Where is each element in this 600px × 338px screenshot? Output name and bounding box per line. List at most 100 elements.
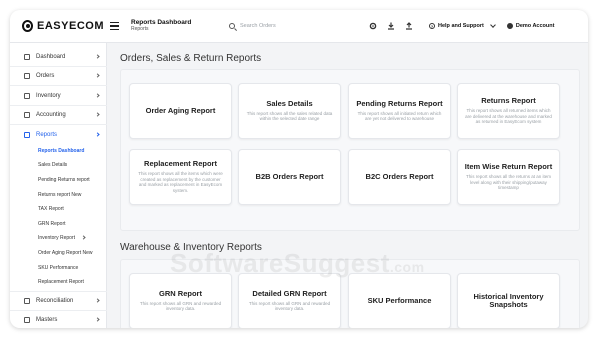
breadcrumb-item-reports[interactable]: Reports [131,27,221,32]
app-window: EASYECOM Reports Dashboard Reports ? Hel… [10,10,588,328]
main-content: Orders, Sales & Return Reports Order Agi… [108,43,588,328]
help-label: Help and Support [438,23,484,29]
sidebar-item-masters[interactable]: Masters [10,312,107,328]
sidebar-subitem-grn-report[interactable]: GRN Report [38,221,66,227]
report-card-historical-inventory[interactable]: Historical Inventory Snapshots [457,273,560,328]
search-icon [229,23,235,29]
report-card-order-aging[interactable]: Order Aging Report [129,83,232,139]
sidebar-item-label: Masters [36,317,58,323]
card-title: Order Aging Report [145,106,216,116]
sidebar-subitem-sales-details[interactable]: Sales Details [38,162,67,168]
sidebar-item-label: Accounting [36,112,66,118]
chevron-right-icon [95,93,100,98]
watermark-text: SoftwareSuggest [170,248,390,278]
sidebar-item-label: Reports [36,132,58,138]
search-input[interactable] [240,23,330,29]
help-and-support-button[interactable]: ? Help and Support [429,22,496,29]
masters-icon [24,317,30,323]
sidebar-subitem-inventory-report[interactable]: Inventory Report [38,235,86,241]
report-card-b2c-orders[interactable]: B2C Orders Report [348,149,451,205]
report-panel-orders: Order Aging Report Sales Details This re… [120,69,580,231]
card-title: B2C Orders Report [365,172,434,182]
logo[interactable]: EASYECOM [22,20,104,32]
report-card-b2b-orders[interactable]: B2B Orders Report [238,149,341,205]
chevron-down-icon [490,22,496,28]
top-bar: EASYECOM Reports Dashboard Reports ? Hel… [10,10,588,43]
reconciliation-icon [24,298,30,304]
sidebar-item-orders[interactable]: Orders [10,68,107,84]
toolbar-icons [369,22,413,30]
report-card-pending-returns[interactable]: Pending Returns Report This report shows… [348,83,451,139]
sidebar-subitem-returns-new[interactable]: Returns report New [38,192,81,198]
account-label: Demo Account [515,23,555,29]
chevron-right-icon [95,298,100,303]
card-title: GRN Report [159,288,202,298]
sidebar-subitem-replacement-report[interactable]: Replacement Report [38,279,84,285]
dashboard-icon [24,54,30,60]
card-description: This report shows all initiated return w… [357,110,442,122]
orders-icon [24,73,30,79]
chevron-right-icon [95,132,100,137]
card-title: Detailed GRN Report [252,288,327,298]
chevron-right-icon [81,235,86,240]
card-description: This report shows all the items which we… [138,170,223,194]
sidebar-item-label: Reconciliation [36,298,74,304]
card-description: This report shows all the returns at an … [465,173,552,191]
gear-icon[interactable] [369,22,377,30]
brand-name: EASYECOM [37,20,104,32]
card-title: Replacement Report [144,158,217,168]
report-card-sales-details[interactable]: Sales Details This report shows all the … [238,83,341,139]
divider [10,66,107,67]
card-title: SKU Performance [367,296,432,306]
report-card-sku-performance[interactable]: SKU Performance [348,273,451,328]
menu-icon[interactable] [110,21,119,31]
sidebar-item-label: Dashboard [36,54,66,60]
sidebar-item-dashboard[interactable]: Dashboard [10,49,107,65]
report-card-detailed-grn[interactable]: Detailed GRN Report This report shows al… [238,273,341,328]
card-description: This report shows all the sales related … [246,110,333,122]
sidebar-item-accounting[interactable]: Accounting [10,107,107,123]
sidebar-subitem-sku-performance[interactable]: SKU Performance [38,265,78,271]
divider [10,105,107,106]
help-icon: ? [429,23,435,29]
card-title: Historical Inventory Snapshots [473,292,544,309]
sidebar-item-reconciliation[interactable]: Reconciliation [10,293,107,309]
divider [10,291,107,292]
reports-icon [24,132,30,138]
report-card-replacement[interactable]: Replacement Report This report shows all… [129,149,232,205]
account-button[interactable]: Demo Account [506,23,555,29]
card-title: Pending Returns Report [356,98,443,108]
sidebar-item-reports[interactable]: Reports [10,127,107,143]
watermark: SoftwareSuggest.com [170,248,425,279]
card-title: Sales Details [266,98,313,108]
report-card-grn[interactable]: GRN Report This report shows all GRN and… [129,273,232,328]
chevron-right-icon [95,54,100,59]
upload-icon[interactable] [405,22,413,30]
search-box [229,23,347,29]
sidebar-item-label: Orders [36,73,55,79]
card-description: This report shows all GRN and rewarded i… [139,300,222,312]
sidebar-subitem-order-aging-new[interactable]: Order Aging Report New [38,250,92,256]
sidebar-subitem-pending-returns[interactable]: Pending Returns report [38,177,90,183]
report-card-returns[interactable]: Returns Report This report shows all ret… [457,83,560,139]
report-card-item-wise-return[interactable]: Item Wise Return Report This report show… [457,149,560,205]
divider [10,124,107,125]
inventory-icon [24,93,30,99]
chevron-right-icon [95,73,100,78]
divider [10,310,107,311]
chevron-right-icon [95,317,100,322]
sidebar: Dashboard Orders Inventory Accounting Re… [10,43,107,328]
sidebar-item-label: Inventory [36,93,61,99]
sidebar-subitem-tax-report[interactable]: TAX Report [38,206,64,212]
chevron-right-icon [95,112,100,117]
card-description: This report shows all returned items whi… [465,107,552,125]
watermark-suffix: .com [389,259,425,275]
sidebar-item-inventory[interactable]: Inventory [10,88,107,104]
sidebar-subitem-reports-dashboard[interactable]: Reports Dashboard [38,148,84,154]
user-icon [506,23,513,29]
breadcrumb: Reports Dashboard Reports [131,19,221,33]
card-title: Item Wise Return Report [464,161,553,171]
section-title: Orders, Sales & Return Reports [120,53,262,64]
divider [10,85,107,86]
download-icon[interactable] [387,22,395,30]
